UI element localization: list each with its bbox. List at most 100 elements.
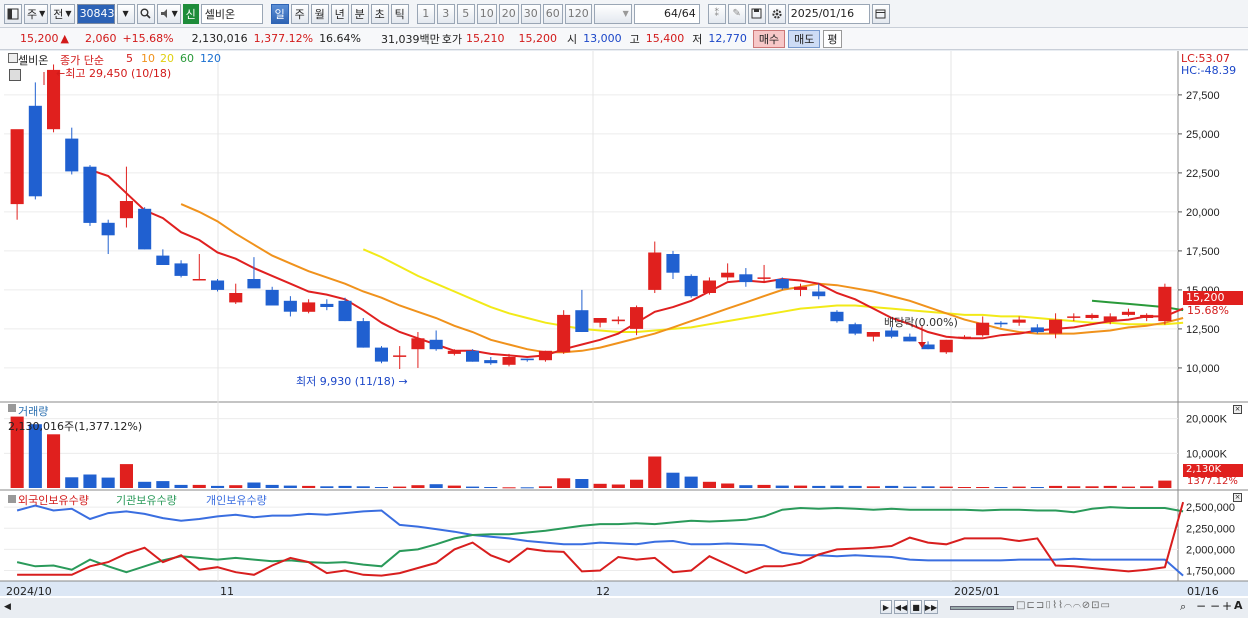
search-icon xyxy=(140,8,151,19)
price-tick-label: 27,500 xyxy=(1186,90,1220,102)
minus-icon[interactable]: − xyxy=(1210,599,1220,613)
sell-button[interactable]: 매도 xyxy=(788,29,821,48)
candle-body xyxy=(1067,316,1081,318)
draw-tools-strip[interactable]: □⊏⊐⌷⌇⌇⌒⌒⊘⊡▭ xyxy=(1016,600,1192,615)
interval-custom-select[interactable]: ▼ xyxy=(593,3,632,24)
holders-panel-icon xyxy=(8,495,16,503)
speaker-icon xyxy=(160,9,167,18)
volume-bar xyxy=(775,485,789,488)
volume-bar xyxy=(648,456,662,488)
save-button[interactable] xyxy=(747,3,766,24)
volume-pct-tag: 1377.12% xyxy=(1187,476,1238,487)
bar-count-field[interactable]: 64/64 xyxy=(633,3,700,24)
zoom-in-icon[interactable]: + xyxy=(1222,599,1232,613)
chart-settings-icon[interactable] xyxy=(4,3,22,24)
ma5-legend: 5 xyxy=(126,52,133,65)
volume-bar xyxy=(721,483,735,488)
candle-body xyxy=(502,357,516,365)
timeframe-day[interactable]: 일 xyxy=(270,3,289,24)
sound-button[interactable]: ▼ xyxy=(156,3,181,24)
chart-area[interactable]: 27,50025,00022,50020,00017,50015,00012,5… xyxy=(0,51,1248,621)
period-select[interactable]: 주 ▼ xyxy=(24,3,49,24)
play-button[interactable]: ▶ xyxy=(880,600,892,614)
interval-20[interactable]: 20 xyxy=(498,3,519,24)
interval-1[interactable]: 1 xyxy=(416,3,435,24)
holders-panel-close-icon[interactable]: × xyxy=(1233,493,1242,502)
volume-bar xyxy=(411,485,425,488)
candle-body xyxy=(630,307,644,329)
stock-code-input[interactable]: 308430 xyxy=(76,3,122,24)
interval-60[interactable]: 60 xyxy=(542,3,563,24)
buy-button[interactable]: 매수 xyxy=(752,29,786,48)
scroll-thumb[interactable] xyxy=(950,606,1014,610)
search-button[interactable] xyxy=(136,3,155,24)
new-listing-badge: 신 xyxy=(182,3,199,24)
compare-button[interactable]: ⁑ xyxy=(707,3,726,24)
candle-body xyxy=(684,275,698,297)
candle-body xyxy=(520,358,534,361)
interval-30[interactable]: 30 xyxy=(520,3,541,24)
auto-scale-icon[interactable]: A xyxy=(1234,599,1243,612)
min-note-text: 최저 9,930 (11/18) xyxy=(296,375,396,388)
zoom-search-icon[interactable]: ⌕ xyxy=(1180,600,1186,614)
scroll-left-button[interactable]: ◀ xyxy=(4,602,11,612)
volume-bar xyxy=(265,484,279,488)
date-field[interactable]: 2025/01/16 xyxy=(787,3,870,24)
volume-value: 2,130,016 xyxy=(191,32,248,45)
quote-bar: 15,200 ▲ 2,060 +15.68% 2,130,016 1,377.1… xyxy=(0,28,1248,50)
interval-5[interactable]: 5 xyxy=(456,3,475,24)
rewind-button[interactable]: ◀◀ xyxy=(894,600,908,614)
stop-button[interactable]: ■ xyxy=(910,600,922,614)
date-label-dec: 12 xyxy=(596,585,610,598)
date-label-jan: 2025/01 xyxy=(954,585,1000,598)
volume-bar xyxy=(702,481,716,488)
pencil-icon: ✎ xyxy=(732,8,741,19)
candle-body xyxy=(939,339,953,353)
candle-body xyxy=(374,347,388,362)
ex-dividend-note: 배당락(0.00%) xyxy=(884,316,958,329)
prev-select[interactable]: 전 ▼ xyxy=(50,3,75,24)
price-tick-label: 10,000 xyxy=(1186,363,1220,375)
volume-panel-close-icon[interactable]: × xyxy=(1233,405,1242,414)
save-icon xyxy=(751,8,762,19)
candle-body xyxy=(447,350,461,354)
timeframe-minute[interactable]: 분 xyxy=(350,3,369,24)
candle-body xyxy=(10,129,24,205)
settings-button[interactable] xyxy=(767,3,786,24)
institution-holding-legend: 기관보유수량 xyxy=(116,494,177,507)
timeframe-second[interactable]: 초 xyxy=(370,3,389,24)
code-dropdown-button[interactable]: ▼ xyxy=(116,3,135,24)
turnover-rate: 16.64% xyxy=(319,32,362,45)
volume-bar xyxy=(885,485,899,488)
draw-tool-button[interactable]: ✎ xyxy=(727,3,746,24)
period-label: 주 xyxy=(27,7,38,21)
low-label: 저 xyxy=(692,32,703,46)
timeframe-tick[interactable]: 틱 xyxy=(390,3,409,24)
stock-name-field[interactable]: 셀비온 xyxy=(200,3,263,24)
candle-body xyxy=(229,293,243,303)
volume-bar xyxy=(866,486,880,488)
date-picker-button[interactable] xyxy=(871,3,890,24)
volume-bar xyxy=(320,486,334,488)
table-view-icon[interactable] xyxy=(9,69,21,81)
candle-body xyxy=(83,166,97,223)
individual-holding-legend: 개인보유수량 xyxy=(206,494,267,507)
timeframe-week[interactable]: 주 xyxy=(290,3,309,24)
candle-body xyxy=(356,321,370,348)
stock-chart[interactable]: 27,50025,00022,50020,00017,50015,00012,5… xyxy=(0,51,1248,621)
interval-120[interactable]: 120 xyxy=(564,3,592,24)
zoom-out-icon[interactable]: − xyxy=(1196,599,1206,613)
interval-3[interactable]: 3 xyxy=(436,3,455,24)
timeframe-month[interactable]: 월 xyxy=(310,3,329,24)
volume-bar xyxy=(429,484,443,488)
average-button[interactable]: 평 xyxy=(823,29,842,48)
ma60-legend: 60 xyxy=(180,52,194,65)
timeframe-year[interactable]: 년 xyxy=(330,3,349,24)
legend-toggle-icon[interactable] xyxy=(8,53,18,63)
calendar-icon xyxy=(875,9,886,19)
interval-10[interactable]: 10 xyxy=(476,3,497,24)
volume-bar xyxy=(1012,486,1026,488)
volume-bar xyxy=(174,484,188,488)
forward-button[interactable]: ▶▶ xyxy=(924,600,938,614)
volume-bar xyxy=(994,487,1008,488)
